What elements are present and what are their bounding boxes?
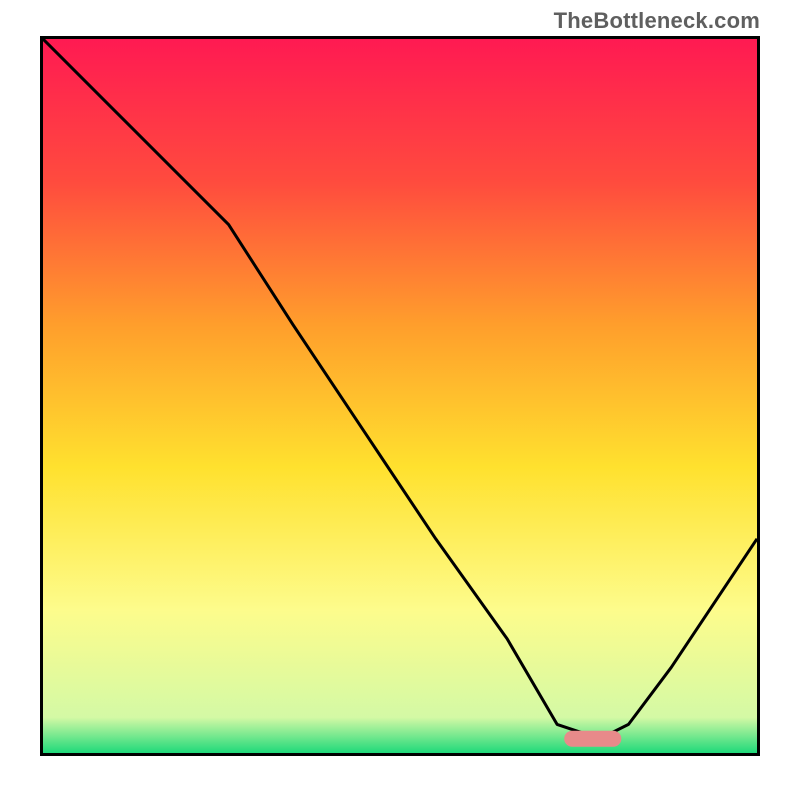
- chart-svg: [43, 39, 757, 753]
- optimal-range-marker: [564, 731, 621, 747]
- chart-container: TheBottleneck.com: [0, 0, 800, 800]
- watermark-text: TheBottleneck.com: [554, 8, 760, 34]
- marker-layer: [564, 731, 621, 747]
- plot-area: [40, 36, 760, 756]
